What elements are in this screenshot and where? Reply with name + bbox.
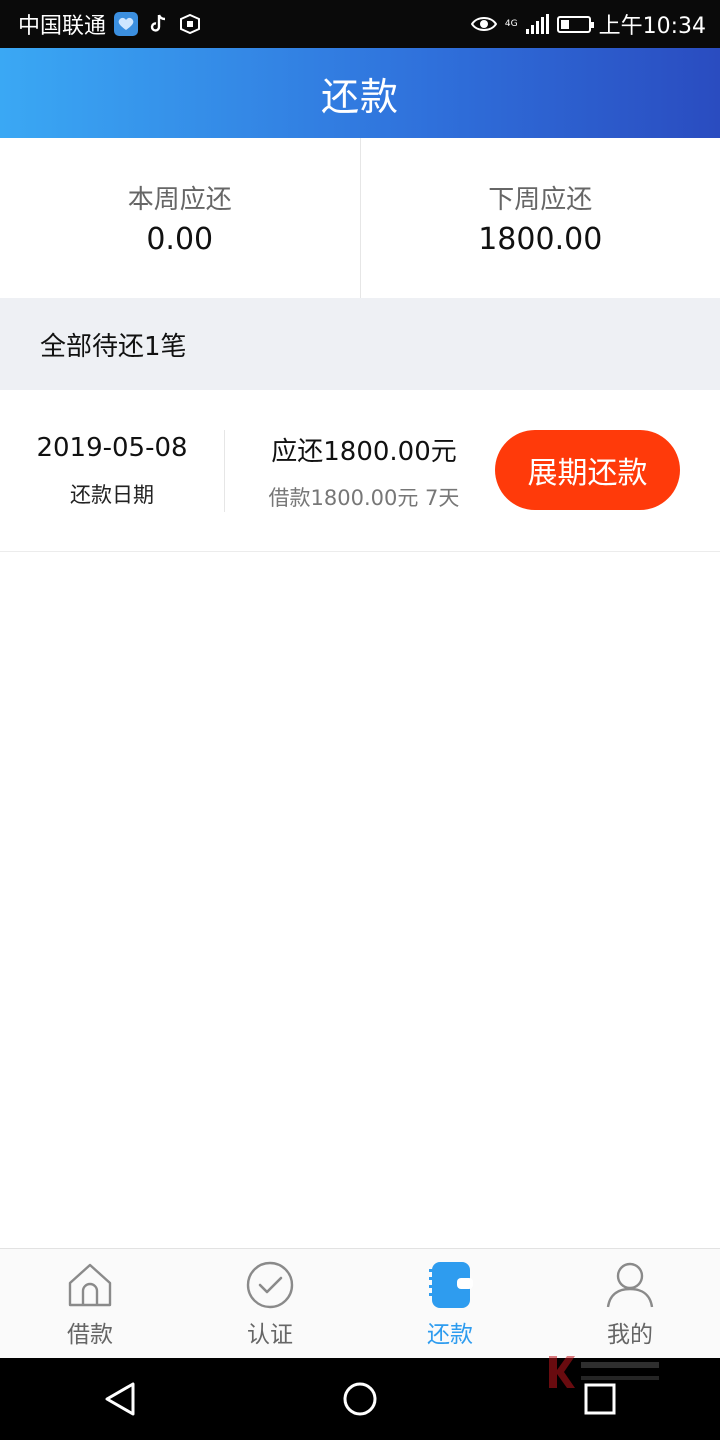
- network-type: 4G: [504, 18, 518, 29]
- status-right: 4G 上午10:34: [470, 8, 706, 40]
- home-button[interactable]: [330, 1369, 390, 1429]
- status-bar: 中国联通 4G 上午10:34: [0, 0, 720, 48]
- user-icon: [606, 1262, 654, 1308]
- app-badge-icon: [114, 12, 139, 36]
- eye-icon: [470, 17, 497, 31]
- nav-label-mine: 我的: [607, 1322, 653, 1348]
- check-circle-icon: [246, 1261, 294, 1309]
- this-week-summary: 本周应还 0.00: [0, 138, 360, 298]
- bottom-nav: 借款 认证 还款 我的: [0, 1248, 720, 1358]
- tiktok-icon: [146, 12, 170, 36]
- nav-item-borrow[interactable]: 借款: [0, 1249, 180, 1358]
- this-week-label: 本周应还: [127, 185, 232, 215]
- bill-amount-info: 应还1800.00元 借款1800.00元 7天: [244, 430, 484, 512]
- page-title: 还款: [320, 74, 399, 119]
- next-week-amount: 1800.00: [478, 222, 603, 257]
- next-week-label: 下周应还: [488, 185, 593, 215]
- clock: 上午10:34: [598, 14, 706, 39]
- back-button[interactable]: [90, 1369, 150, 1429]
- repayment-date-label: 还款日期: [70, 483, 154, 507]
- next-week-summary: 下周应还 1800.00: [359, 138, 720, 298]
- nav-item-verify[interactable]: 认证: [180, 1249, 360, 1358]
- nav-item-mine[interactable]: 我的: [540, 1249, 720, 1358]
- battery-icon: [556, 15, 594, 33]
- page-header: 还款: [0, 48, 720, 138]
- nav-item-repay[interactable]: 还款: [360, 1249, 540, 1358]
- amount-due: 应还1800.00元: [271, 436, 457, 467]
- pending-count-bar: 全部待还1笔: [0, 298, 720, 390]
- bill-date-column: 2019-05-08 还款日期: [0, 430, 225, 512]
- status-left: 中国联通: [18, 8, 202, 40]
- bill-list-item[interactable]: 2019-05-08 还款日期 应还1800.00元 借款1800.00元 7天…: [0, 390, 720, 552]
- wallet-icon: [429, 1262, 473, 1308]
- shield-app-icon: [178, 12, 202, 36]
- repayment-date: 2019-05-08: [36, 433, 188, 463]
- nav-label-verify: 认证: [247, 1322, 293, 1348]
- carrier-name: 中国联通: [18, 14, 107, 39]
- loan-detail: 借款1800.00元 7天: [268, 485, 460, 510]
- pending-count-text: 全部待还1笔: [40, 331, 187, 362]
- home-icon: [68, 1263, 112, 1307]
- back-triangle-icon: [105, 1382, 135, 1416]
- signal-icon: [525, 14, 549, 34]
- watermark-logo: [549, 1356, 659, 1388]
- home-circle-icon: [343, 1382, 377, 1416]
- nav-label-borrow: 借款: [67, 1322, 113, 1348]
- nav-label-repay: 还款: [427, 1322, 473, 1348]
- this-week-amount: 0.00: [146, 222, 214, 257]
- extend-repayment-button[interactable]: 展期还款: [495, 430, 680, 510]
- repayment-summary: 本周应还 0.00 下周应还 1800.00: [0, 138, 720, 298]
